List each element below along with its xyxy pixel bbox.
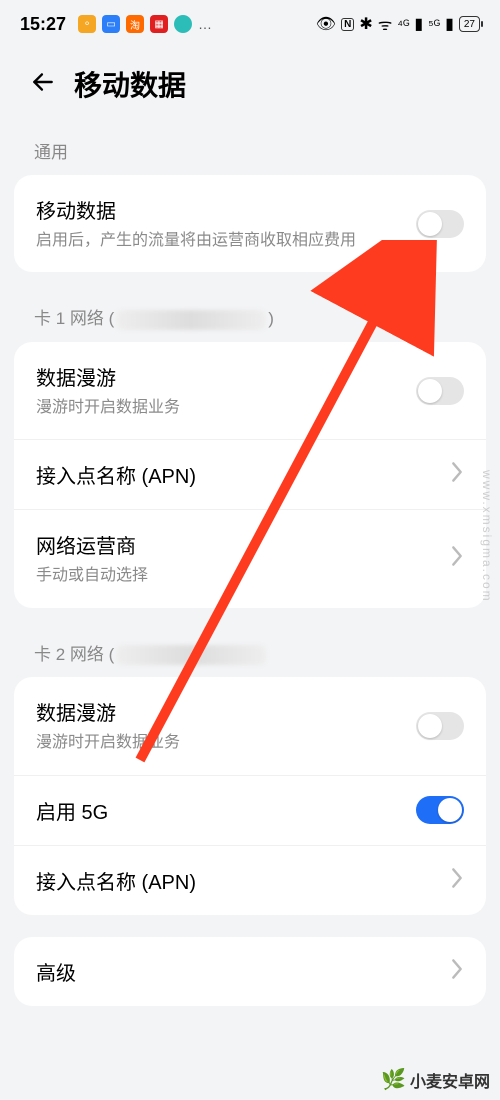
sim1-roaming-title: 数据漫游 [36,362,400,391]
sim1-roaming-sub: 漫游时开启数据业务 [36,397,400,419]
sim1-carrier-sub: 手动或自动选择 [36,565,434,587]
sim2-roaming-sub: 漫游时开启数据业务 [36,732,400,754]
nfc-icon: N [341,18,354,31]
bluetooth-icon: ✱ [359,14,372,34]
section-label-general: 通用 [0,128,500,175]
chevron-right-icon [450,545,464,572]
row-sim2-roaming[interactable]: 数据漫游 漫游时开启数据业务 [14,677,486,774]
status-time: 15:27 [20,14,66,35]
app-icon-teal [174,15,192,33]
sim2-apn-title: 接入点名称 (APN) [36,866,434,895]
sim2-5g-title: 启用 5G [36,796,400,825]
sim1-name-redacted [116,310,266,330]
section-label-sim1: 卡 1 网络 () [0,294,500,342]
row-sim2-5g[interactable]: 启用 5G [14,775,486,845]
sim2-roaming-toggle[interactable] [416,712,464,740]
signal-bars-2-icon: ▮ [445,14,454,34]
card-sim2: 数据漫游 漫游时开启数据业务 启用 5G 接入点名称 (APN) [14,677,486,914]
sim2-5g-toggle[interactable] [416,796,464,824]
page-title: 移动数据 [74,64,186,104]
row-sim1-apn[interactable]: 接入点名称 (APN) [14,439,486,509]
row-sim1-carrier[interactable]: 网络运营商 手动或自动选择 [14,509,486,607]
status-bar: 15:27 ⚬ ▭ 淘 ▦ … 👁 N ✱ ᯤ ⁴ᴳ ▮ ⁵ᴳ ▮ 27 [0,0,500,44]
advanced-title: 高级 [36,957,434,986]
row-mobile-data[interactable]: 移动数据 启用后，产生的流量将由运营商收取相应费用 [14,175,486,272]
chevron-right-icon [450,958,464,985]
mobile-data-sub: 启用后，产生的流量将由运营商收取相应费用 [36,230,400,252]
app-icon-red: ▦ [150,15,168,33]
signal-5g-icon: ⁵ᴳ [428,17,440,32]
mobile-data-toggle[interactable] [416,210,464,238]
status-right: 👁 N ✱ ᯤ ⁴ᴳ ▮ ⁵ᴳ ▮ 27 [316,13,480,35]
chevron-right-icon [450,461,464,488]
page-header: 移动数据 [0,44,500,128]
app-icon-orange: 淘 [126,15,144,33]
signal-bars-1-icon: ▮ [414,14,423,34]
card-advanced: 高级 [14,937,486,1006]
status-left: 15:27 ⚬ ▭ 淘 ▦ … [20,14,213,35]
sim2-name-redacted [116,645,266,665]
card-sim1: 数据漫游 漫游时开启数据业务 接入点名称 (APN) 网络运营商 手动或自动选择 [14,342,486,608]
row-advanced[interactable]: 高级 [14,937,486,1006]
sim1-roaming-toggle[interactable] [416,377,464,405]
weibo-icon: ⚬ [78,15,96,33]
signal-4g-icon: ⁴ᴳ [397,17,409,32]
battery-icon: 27 [459,16,480,32]
section-label-sim2: 卡 2 网络 ( [0,630,500,678]
sim2-roaming-title: 数据漫游 [36,697,400,726]
app-icon-blue: ▭ [102,15,120,33]
card-general: 移动数据 启用后，产生的流量将由运营商收取相应费用 [14,175,486,272]
wifi-icon: ᯤ [378,13,393,35]
mobile-data-title: 移动数据 [36,195,400,224]
row-sim2-apn[interactable]: 接入点名称 (APN) [14,845,486,915]
row-sim1-roaming[interactable]: 数据漫游 漫游时开启数据业务 [14,342,486,439]
back-button[interactable] [30,69,56,100]
chevron-right-icon [450,867,464,894]
eye-icon: 👁 [316,14,336,34]
watermark-url: www.xmsigma.com [480,470,494,603]
sim1-carrier-title: 网络运营商 [36,530,434,559]
leaf-icon: 🌿 [381,1067,406,1092]
status-more-icon: … [198,16,213,32]
sim1-apn-title: 接入点名称 (APN) [36,460,434,489]
watermark-brand: 🌿 小麦安卓网 [381,1067,490,1092]
